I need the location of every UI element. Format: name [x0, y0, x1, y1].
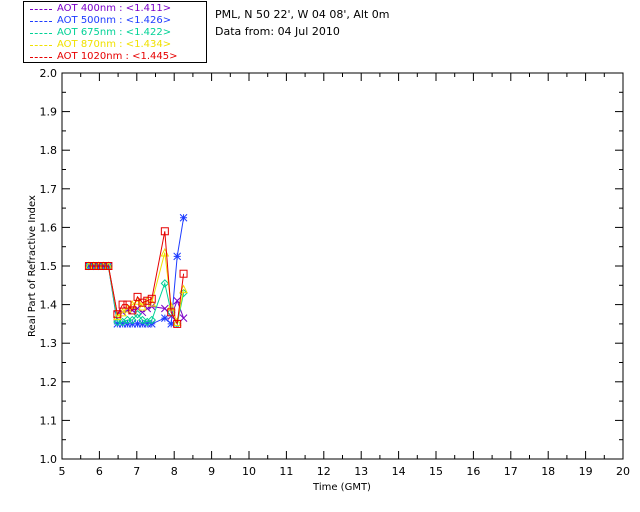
site-info: PML, N 50 22', W 04 08', Alt 0m [215, 8, 390, 21]
x-tick-label: 19 [579, 465, 593, 478]
series-layer [84, 213, 188, 329]
x-tick-label: 6 [96, 465, 103, 478]
y-tick-label: 1.5 [40, 260, 58, 273]
x-tick-label: 11 [279, 465, 293, 478]
y-tick-label: 1.9 [40, 106, 58, 119]
legend-label: AOT 500nm : <1.426> [57, 15, 172, 26]
x-tick-label: 20 [616, 465, 630, 478]
x-tick-label: 8 [171, 465, 178, 478]
legend-item-870nm: AOT 870nm : <1.434> [24, 39, 206, 51]
legend-swatch [30, 45, 52, 46]
legend-label: AOT 675nm : <1.422> [57, 27, 172, 38]
y-tick-label: 1.7 [40, 183, 58, 196]
data-point-asterisk [173, 252, 182, 261]
x-tick-label: 18 [541, 465, 555, 478]
x-tick-label: 10 [242, 465, 256, 478]
plot-frame [61, 72, 624, 460]
legend-item-1020nm: AOT 1020nm : <1.445> [24, 51, 206, 63]
y-tick-label: 1.4 [40, 299, 58, 312]
axis-ticks [61, 72, 624, 460]
date-info: Data from: 04 Jul 2010 [215, 25, 340, 38]
x-tick-label: 9 [208, 465, 215, 478]
y-tick-label: 2.0 [40, 67, 58, 80]
x-tick-label: 16 [466, 465, 480, 478]
x-tick-label: 13 [354, 465, 368, 478]
x-tick-label: 15 [429, 465, 443, 478]
x-tick-label: 17 [504, 465, 518, 478]
legend-label: AOT 1020nm : <1.445> [57, 51, 178, 62]
legend-label: AOT 400nm : <1.411> [57, 3, 172, 14]
y-tick-label: 1.3 [40, 337, 58, 350]
y-tick-label: 1.2 [40, 376, 58, 389]
x-tick-label: 12 [317, 465, 331, 478]
legend: AOT 400nm : <1.411> AOT 500nm : <1.426> … [23, 1, 207, 63]
y-tick-label: 1.8 [40, 144, 58, 157]
legend-swatch [30, 21, 52, 22]
series-aot-1020nm [84, 227, 188, 328]
tick-labels: 5 6 7 8 9 10 11 12 13 14 15 16 17 18 19 20 1.0 1.1 1.2 1.3 1… [40, 67, 631, 478]
y-tick-label: 1.1 [40, 414, 58, 427]
legend-swatch [30, 33, 52, 34]
x-tick-label: 7 [133, 465, 140, 478]
legend-item-500nm: AOT 500nm : <1.426> [24, 15, 206, 27]
y-tick-label: 1.6 [40, 221, 58, 234]
legend-label: AOT 870nm : <1.434> [57, 39, 172, 50]
data-point-asterisk [179, 213, 188, 222]
legend-swatch [30, 57, 52, 58]
x-tick-label: 14 [392, 465, 406, 478]
y-tick-label: 1.0 [40, 453, 58, 466]
y-axis-label: Real Part of Refractive Index [27, 195, 38, 337]
legend-item-400nm: AOT 400nm : <1.411> [24, 3, 206, 15]
legend-swatch [30, 9, 52, 10]
legend-item-675nm: AOT 675nm : <1.422> [24, 27, 206, 39]
x-axis-label: Time (GMT) [312, 482, 371, 493]
chart-canvas: 5 6 7 8 9 10 11 12 13 14 15 16 17 18 19 20 1.0 1.1 1.2 1.3 1… [27, 67, 631, 493]
x-tick-label: 5 [59, 465, 66, 478]
